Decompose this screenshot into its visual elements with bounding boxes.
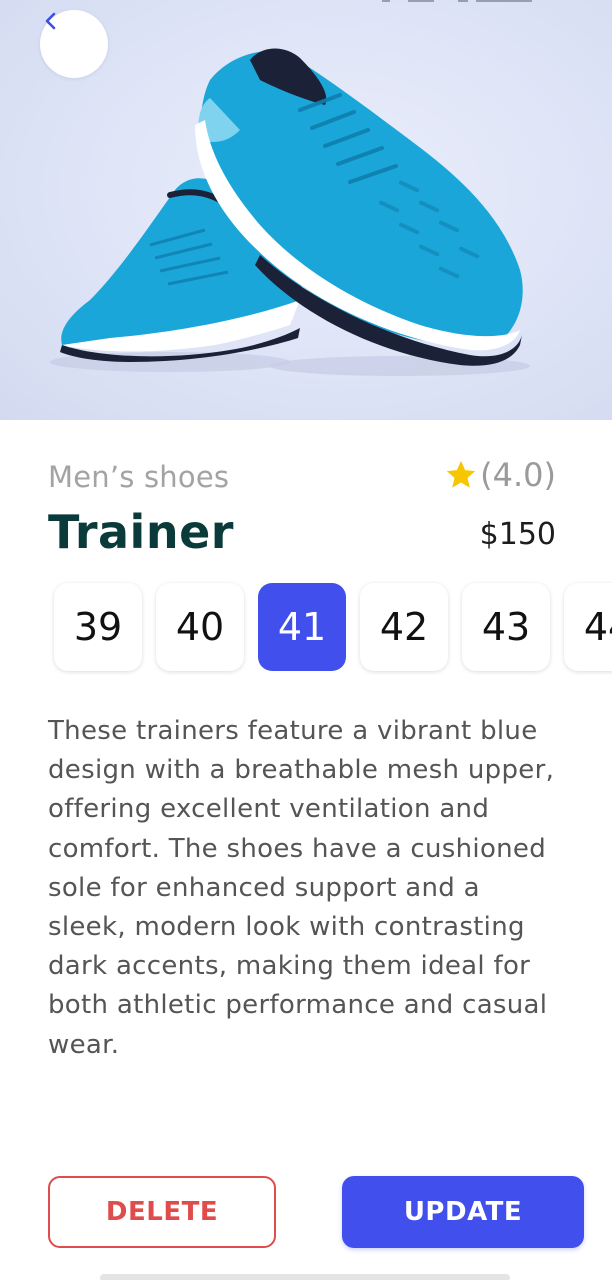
size-option[interactable]: 44 (564, 583, 612, 671)
product-category: Men’s shoes (48, 460, 230, 494)
size-selector: 39 40 41 42 43 44 (54, 583, 612, 671)
size-option[interactable]: 39 (54, 583, 142, 671)
size-option-selected[interactable]: 41 (258, 583, 346, 671)
size-option[interactable]: 42 (360, 583, 448, 671)
delete-button[interactable]: DELETE (48, 1176, 276, 1248)
back-button[interactable] (40, 10, 108, 78)
chevron-left-icon (45, 12, 56, 30)
product-detail-screen: Men’s shoes (4.0) Trainer $150 39 40 41 … (0, 0, 612, 1280)
product-rating: (4.0) (444, 456, 556, 494)
product-name: Trainer (48, 505, 234, 559)
product-image (0, 0, 612, 420)
product-description: These trainers feature a vibrant blue de… (48, 716, 555, 1060)
update-button[interactable]: UPDATE (342, 1176, 584, 1248)
product-price: $150 (479, 517, 556, 552)
home-indicator[interactable] (100, 1274, 510, 1280)
star-icon (446, 460, 476, 488)
rating-value: (4.0) (480, 456, 556, 494)
size-option[interactable]: 40 (156, 583, 244, 671)
size-option[interactable]: 43 (462, 583, 550, 671)
